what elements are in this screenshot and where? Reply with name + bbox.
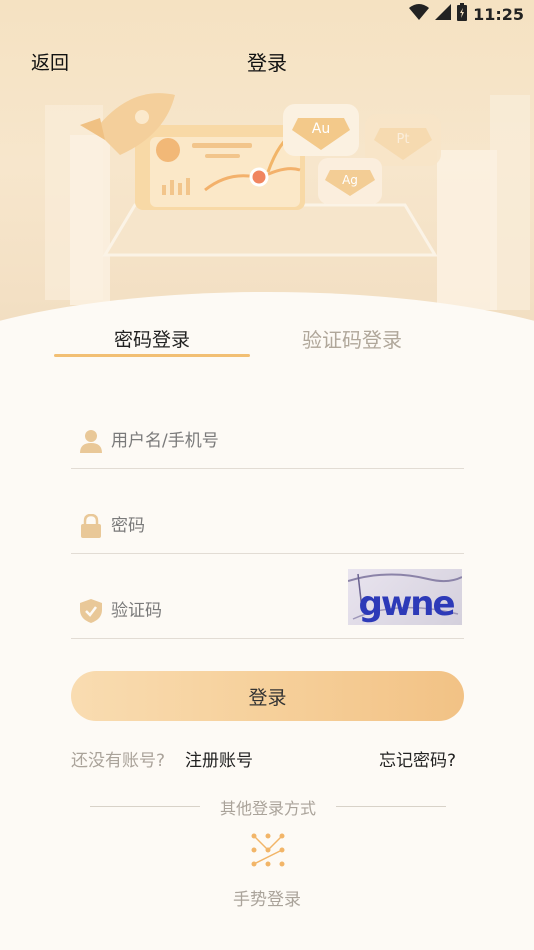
- captcha-input[interactable]: [111, 590, 351, 631]
- battery-icon: [457, 3, 468, 25]
- other-login-title: 其他登录方式: [219, 799, 316, 818]
- shield-check-icon: [79, 598, 103, 623]
- status-bar: 11:25: [409, 0, 524, 28]
- svg-text:Pt: Pt: [397, 132, 410, 147]
- register-link[interactable]: 注册账号: [185, 746, 253, 771]
- gesture-login-icon[interactable]: [250, 832, 286, 868]
- captcha-image[interactable]: gwne: [348, 569, 462, 625]
- username-input[interactable]: [111, 420, 464, 461]
- no-account-text: 还没有账号?: [71, 751, 166, 771]
- status-time: 11:25: [473, 4, 524, 24]
- captcha-graphic: gwne: [348, 573, 462, 624]
- page-title: 登录: [247, 51, 287, 75]
- tab-password-login[interactable]: 密码登录: [54, 318, 250, 358]
- svg-text:Ag: Ag: [342, 173, 358, 187]
- captcha-text: gwne: [358, 584, 454, 624]
- login-button[interactable]: 登录: [71, 671, 464, 721]
- password-input[interactable]: [111, 505, 464, 546]
- wifi-icon: [409, 4, 430, 24]
- other-login-divider: 其他登录方式: [90, 795, 446, 818]
- signal-icon: [435, 4, 452, 24]
- account-links: 还没有账号? 注册账号 忘记密码?: [71, 746, 464, 772]
- user-icon: [79, 429, 103, 453]
- lock-icon: [79, 513, 103, 538]
- svg-text:Au: Au: [312, 121, 330, 137]
- username-field: [71, 413, 464, 469]
- forgot-password-link[interactable]: 忘记密码?: [379, 746, 456, 771]
- gesture-login-label[interactable]: 手势登录: [0, 885, 534, 910]
- active-tab-indicator: [54, 354, 250, 357]
- divider-right: [336, 806, 446, 807]
- tab-code-login[interactable]: 验证码登录: [254, 318, 450, 358]
- login-tabs: 密码登录 验证码登录: [54, 318, 454, 360]
- password-field: [71, 498, 464, 554]
